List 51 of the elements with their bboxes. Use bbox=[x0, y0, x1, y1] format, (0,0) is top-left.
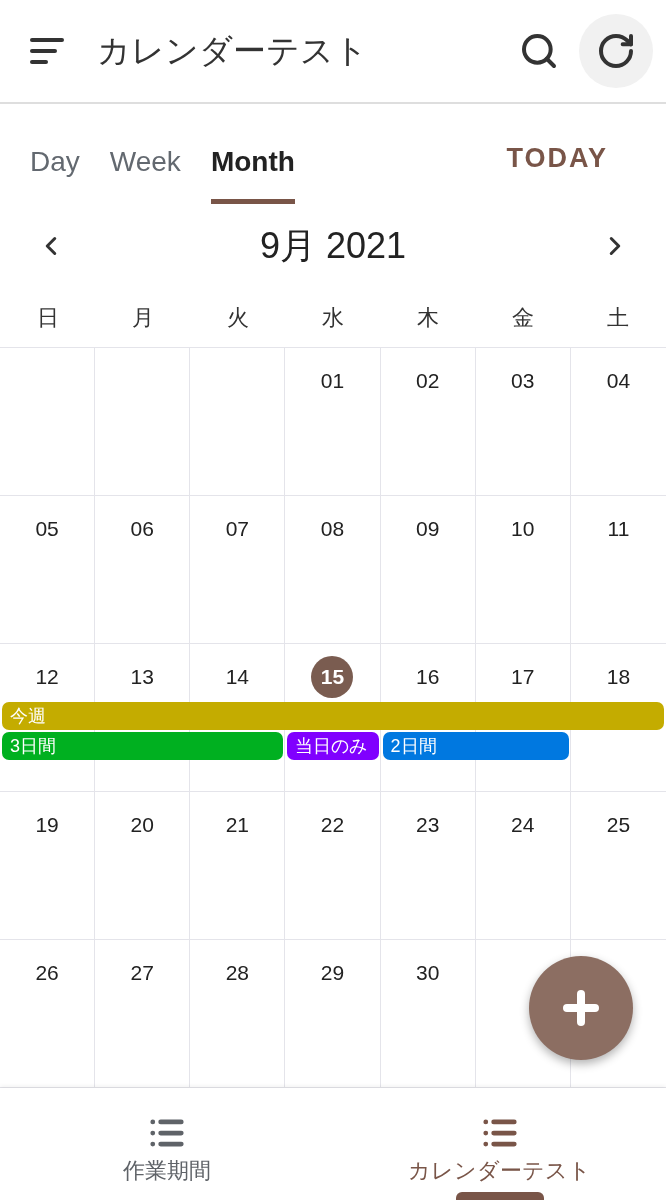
date-number[interactable]: 13 bbox=[130, 666, 154, 687]
weekday-label: 日 bbox=[35, 304, 60, 332]
date-number[interactable]: 05 bbox=[35, 518, 59, 539]
date-number[interactable]: 01 bbox=[320, 370, 345, 391]
date-number[interactable]: 28 bbox=[225, 962, 250, 983]
view-tab[interactable]: Day bbox=[30, 141, 80, 204]
weekday-label: 水 bbox=[321, 304, 345, 332]
date-number[interactable]: 06 bbox=[130, 518, 154, 539]
weekday-label: 木 bbox=[416, 304, 441, 332]
date-number[interactable]: 26 bbox=[35, 962, 59, 983]
date-number[interactable]: 18 bbox=[606, 666, 631, 687]
date-number[interactable]: 16 bbox=[415, 666, 440, 687]
today-button[interactable]: TODAY bbox=[506, 137, 608, 178]
date-number[interactable]: 14 bbox=[225, 666, 250, 687]
date-number[interactable]: 23 bbox=[415, 814, 440, 835]
bottom-nav-item[interactable]: 作業期間 bbox=[0, 1088, 333, 1200]
weekday-label: 火 bbox=[225, 304, 250, 332]
date-number[interactable]: 11 bbox=[607, 518, 630, 539]
event-bar[interactable]: 2日間 bbox=[382, 732, 569, 760]
date-number[interactable]: 08 bbox=[320, 518, 345, 539]
refresh-icon bbox=[596, 31, 636, 71]
date-number[interactable]: 25 bbox=[606, 814, 631, 835]
weekday-label: 土 bbox=[606, 304, 631, 332]
date-number[interactable]: 24 bbox=[511, 814, 535, 835]
date-number[interactable]: 22 bbox=[320, 814, 345, 835]
date-number[interactable]: 29 bbox=[320, 962, 345, 983]
date-number[interactable]: 07 bbox=[225, 518, 250, 539]
date-number[interactable]: 09 bbox=[415, 518, 440, 539]
weekday-label: 月 bbox=[130, 304, 155, 332]
date-number[interactable]: 10 bbox=[511, 518, 535, 539]
date-number[interactable]: 02 bbox=[415, 370, 440, 391]
date-number[interactable]: 03 bbox=[511, 370, 535, 391]
view-tab[interactable]: Week bbox=[109, 141, 181, 204]
menu-icon[interactable] bbox=[30, 38, 66, 64]
view-tab[interactable]: Month bbox=[210, 141, 295, 204]
bottom-nav-item[interactable]: カレンダーテスト bbox=[333, 1088, 666, 1200]
search-icon[interactable] bbox=[519, 31, 559, 71]
today-date[interactable]: 15 bbox=[311, 656, 354, 698]
date-number[interactable]: 21 bbox=[225, 814, 250, 835]
weekday-label: 金 bbox=[511, 304, 536, 332]
date-number[interactable]: 17 bbox=[511, 666, 535, 687]
date-number[interactable]: 30 bbox=[415, 962, 440, 983]
date-number[interactable]: 04 bbox=[606, 370, 631, 391]
event-bar[interactable]: 当日のみ bbox=[287, 732, 379, 760]
add-button[interactable] bbox=[529, 956, 633, 1060]
app-title: カレンダーテスト bbox=[97, 31, 368, 72]
month-label: 9月 2021 bbox=[259, 224, 407, 268]
date-number[interactable]: 19 bbox=[35, 814, 59, 835]
date-number[interactable]: 12 bbox=[35, 666, 59, 687]
date-number[interactable]: 20 bbox=[130, 814, 154, 835]
date-number[interactable]: 27 bbox=[130, 962, 154, 983]
